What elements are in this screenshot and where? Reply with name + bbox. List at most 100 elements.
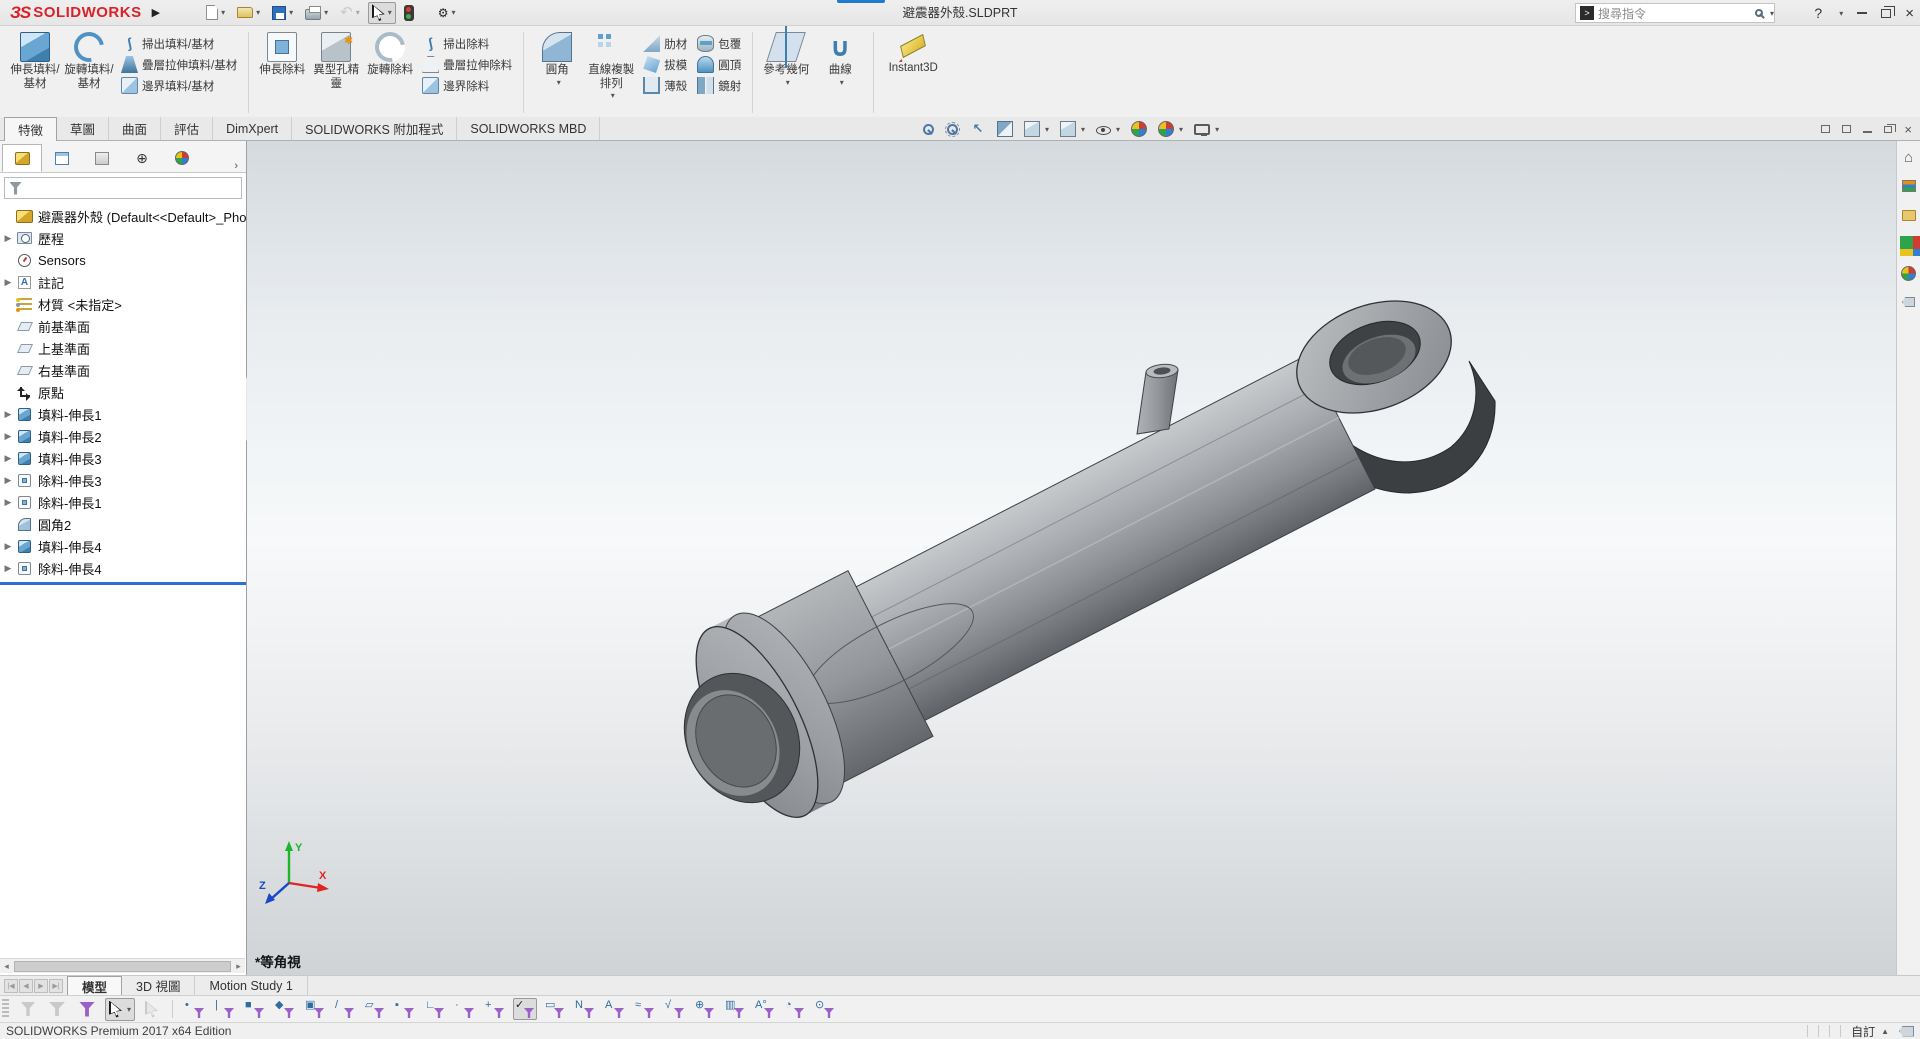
previous-view-button[interactable]: ↖ <box>968 120 988 138</box>
extruded-cut-button[interactable]: 伸長除料 <box>255 30 309 80</box>
tree-item[interactable]: 圓角2 <box>0 513 246 535</box>
menu-flyout-arrow[interactable]: ▶ <box>152 6 160 19</box>
boundary-cut-button[interactable]: 邊界除料 <box>419 75 515 96</box>
help-button[interactable]: ? <box>1814 5 1822 21</box>
filter-toggle-button[interactable]: ✓ <box>513 998 538 1020</box>
filter-surface-finish-button[interactable]: √ <box>663 998 687 1020</box>
tree-item[interactable]: 原點 <box>0 381 246 403</box>
revolve-boss-button[interactable]: 旋轉填料/基材 <box>62 26 116 93</box>
section-view-button[interactable] <box>995 120 1015 138</box>
swept-boss-button[interactable]: ʃ 掃出填料/基材 <box>118 33 240 54</box>
view-settings-dropdown[interactable]: ▾ <box>1215 125 1219 134</box>
view-orientation-button[interactable]: ▾ <box>1022 120 1051 138</box>
status-tag-icon[interactable] <box>1899 1025 1914 1037</box>
tab-特徵[interactable]: 特徵 <box>4 117 58 141</box>
doc-tab-Motion Study 1[interactable]: Motion Study 1 <box>195 976 308 995</box>
loft-cut-button[interactable]: 疊層拉伸除料 <box>419 54 515 75</box>
edit-appearance-button[interactable] <box>1129 120 1149 138</box>
filter-weld-beads-button[interactable]: ▥ <box>723 998 747 1020</box>
filter-solid-bodies-button[interactable]: ▣ <box>303 998 327 1020</box>
curves-dropdown[interactable]: ▾ <box>840 78 844 87</box>
graphics-viewport[interactable]: Y X Z *等角視 <box>247 141 1896 975</box>
expand-chevron[interactable]: ▶ <box>0 453 16 464</box>
minimize-button[interactable] <box>1857 12 1868 14</box>
filter-midpoints-button[interactable]: · <box>453 998 477 1020</box>
filter-planes-button[interactable]: ▱ <box>363 998 387 1020</box>
view-orientation-dropdown[interactable]: ▾ <box>1045 125 1049 134</box>
doc-minimize-button[interactable] <box>1863 131 1873 133</box>
open-file-button[interactable]: ▾ <box>233 2 264 24</box>
tab-DimXpert[interactable]: DimXpert <box>213 117 293 140</box>
tree-item[interactable]: ▶ 填料-伸長2 <box>0 425 246 447</box>
configurationmanager-tab[interactable] <box>82 144 122 172</box>
toggle-selection-filters-button[interactable] <box>75 999 99 1020</box>
filter-vertices-button[interactable]: • <box>183 998 207 1020</box>
customize-status-button[interactable]: 自訂 ▲ <box>1851 1023 1889 1039</box>
filter-edges-button[interactable]: | <box>213 998 237 1020</box>
filter-axes-button[interactable]: / <box>333 998 357 1020</box>
undo-dropdown[interactable]: ▾ <box>356 8 360 17</box>
options-gear-button[interactable]: ⚙ ▾ <box>434 2 460 24</box>
filter-surface-bodies-button[interactable]: ◆ <box>273 998 297 1020</box>
filter-notes-button[interactable]: A <box>603 998 627 1020</box>
tree-item[interactable]: ▶ A 註記 <box>0 271 246 293</box>
linear-pattern-button[interactable]: 直線複製排列 ▾ <box>584 30 638 102</box>
tab-nav-3[interactable]: ▶| <box>49 978 63 993</box>
new-file-button[interactable]: ▾ <box>202 2 229 24</box>
filter-sketch-segments-button[interactable]: ∟ <box>423 998 447 1020</box>
design-library-button[interactable] <box>1899 176 1919 196</box>
file-explorer-button[interactable] <box>1899 205 1919 225</box>
appearances-scenes-button[interactable] <box>1899 263 1919 283</box>
new-file-dropdown[interactable]: ▾ <box>221 8 225 17</box>
magnified-selection-button[interactable] <box>141 998 162 1021</box>
save-button[interactable]: ▾ <box>268 2 297 24</box>
propertymanager-tab[interactable] <box>42 144 82 172</box>
doc-tab-3D 視圖[interactable]: 3D 視圖 <box>122 976 196 995</box>
part-3d-model[interactable] <box>247 141 1896 975</box>
hole-wizard-button[interactable]: 異型孔精靈 <box>309 26 363 93</box>
filter-annotations-button[interactable]: N <box>573 998 597 1020</box>
view-settings-button[interactable]: ▾ <box>1192 122 1221 136</box>
curves-button[interactable]: ∪ 曲線 ▾ <box>813 30 867 89</box>
hide-show-items-dropdown[interactable]: ▾ <box>1116 125 1120 134</box>
dome-button[interactable]: 圓頂 <box>694 54 744 75</box>
tab-評估[interactable]: 評估 <box>161 117 214 140</box>
filter-datum-targets-button[interactable]: ⊕ <box>693 998 717 1020</box>
hide-show-items-button[interactable]: ▾ <box>1094 122 1122 136</box>
scrollbar-thumb[interactable] <box>14 960 231 972</box>
boss-extrude-button[interactable]: 伸長填料/基材 <box>8 30 62 93</box>
tab-nav-1[interactable]: ◀ <box>19 978 33 993</box>
display-style-button[interactable]: ▾ <box>1058 120 1087 138</box>
tree-item[interactable]: ▶ 除料-伸長4 <box>0 557 246 579</box>
tab-草圖[interactable]: 草圖 <box>57 117 110 140</box>
tree-root-item[interactable]: 避震器外殼 (Default<<Default>_Photo <box>0 205 246 227</box>
wrap-button[interactable]: 包覆 <box>694 33 744 54</box>
filter-funnel-off-button[interactable] <box>17 999 39 1019</box>
doc-close-button[interactable]: × <box>1904 123 1912 136</box>
tab-nav-2[interactable]: ▶ <box>34 978 48 993</box>
filter-blocks-button[interactable]: A° <box>753 998 777 1020</box>
select-tool-button[interactable]: ▾ <box>105 997 136 1021</box>
fillet-button[interactable]: 圓角 ▾ <box>530 30 584 89</box>
help-dropdown[interactable]: ▾ <box>1839 9 1843 18</box>
filter-routing-points-button[interactable]: ⊙ <box>813 998 837 1020</box>
select-button[interactable]: ▾ <box>367 1 396 24</box>
tab-SOLIDWORKS 附加程式[interactable]: SOLIDWORKS 附加程式 <box>292 117 458 140</box>
shell-button[interactable]: 薄殼 <box>640 75 690 96</box>
expand-chevron[interactable]: ▶ <box>0 497 16 508</box>
draft-button[interactable]: 拔模 <box>640 54 690 75</box>
display-pane-button[interactable] <box>422 2 430 24</box>
filter-dimensions-button[interactable]: ▭ <box>543 998 567 1020</box>
custom-properties-button[interactable] <box>1899 292 1919 312</box>
search-icon[interactable] <box>1754 9 1763 17</box>
save-dropdown[interactable]: ▾ <box>289 8 293 17</box>
apply-scene-button[interactable]: ▾ <box>1156 120 1185 138</box>
tree-item[interactable]: ▶ 填料-伸長4 <box>0 535 246 557</box>
expand-chevron[interactable]: ▶ <box>0 233 16 244</box>
doc-pane-left-button[interactable] <box>1821 125 1831 133</box>
tree-filter-input[interactable] <box>4 177 242 199</box>
print-dropdown[interactable]: ▾ <box>324 8 328 17</box>
filter-center-marks-button[interactable]: + <box>483 998 507 1020</box>
expand-chevron[interactable]: ▶ <box>0 541 16 552</box>
options-gear-dropdown[interactable]: ▾ <box>452 8 456 17</box>
